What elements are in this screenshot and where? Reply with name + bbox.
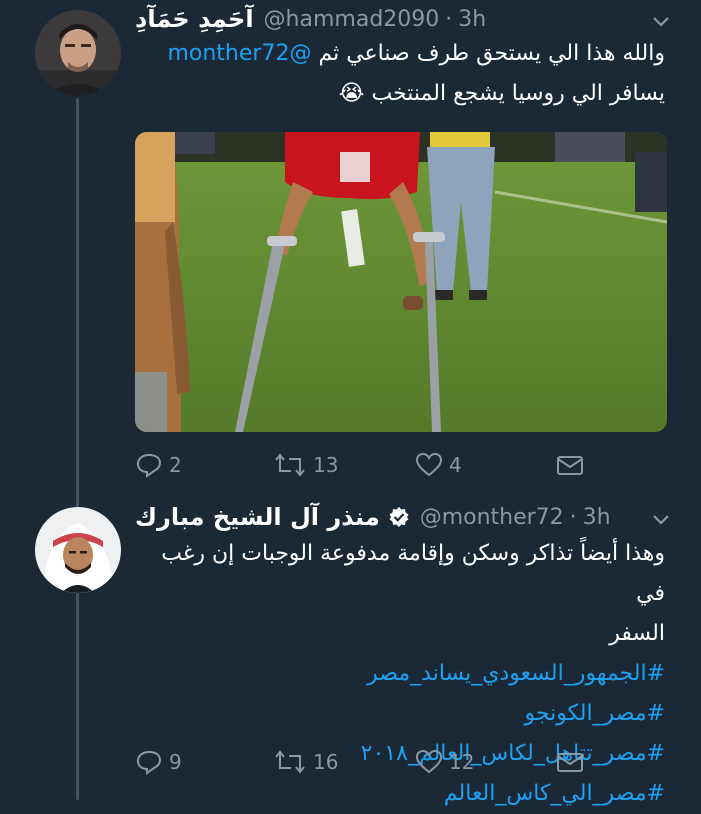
retweet-icon — [275, 453, 305, 477]
retweet-button[interactable]: 16 — [273, 745, 338, 779]
direct-message-button[interactable] — [555, 745, 591, 779]
thread-connector-line — [76, 98, 79, 800]
avatar-photo-hammad — [35, 10, 121, 96]
tweet-header: منذر آل الشيخ مبارك @monther72 · 3h — [135, 500, 611, 534]
user-handle[interactable]: @monther72 — [420, 505, 564, 530]
reply-icon — [136, 453, 162, 478]
user-handle[interactable]: @hammad2090 — [264, 7, 440, 32]
hashtag-link[interactable]: #الجمهور_السعودي_يساند_مصر — [135, 654, 665, 694]
heart-icon — [415, 749, 443, 774]
tweet-text-content: والله هذا الي يستحق طرف صناعي ثم — [318, 41, 665, 66]
retweet-button[interactable]: 13 — [273, 448, 338, 482]
retweet-icon — [275, 750, 305, 774]
chevron-down-icon[interactable] — [650, 10, 672, 32]
tweet-text-line-1: والله هذا الي يستحق طرف صناعي ثم @monthe… — [135, 34, 665, 74]
avatar[interactable] — [35, 10, 121, 96]
tweet-actions: 2 13 4 — [135, 448, 590, 482]
reply-count: 2 — [169, 453, 182, 477]
tweet-actions: 9 16 12 — [135, 745, 590, 779]
hashtag-link[interactable]: #مصر_الي_كاس_العالم — [135, 774, 665, 814]
display-name[interactable]: منذر آل الشيخ مبارك — [135, 503, 380, 531]
mention-link[interactable]: @monther72 — [167, 41, 311, 66]
reply-button[interactable]: 2 — [135, 448, 182, 482]
avatar-photo-monther — [35, 507, 121, 593]
tweet-media-image[interactable] — [135, 132, 667, 432]
direct-message-button[interactable] — [555, 448, 591, 482]
tweet-text: والله هذا الي يستحق طرف صناعي ثم @monthe… — [135, 34, 665, 114]
tweet-text-line-2: السفر — [609, 621, 665, 646]
like-button[interactable]: 4 — [415, 448, 462, 482]
tweet-text-line-1: وهذا أيضاً تذاكر وسكن وإقامة مدفوعة الوج… — [161, 541, 665, 606]
avatar[interactable] — [35, 507, 121, 593]
retweet-count: 16 — [313, 750, 339, 774]
like-count: 4 — [449, 453, 462, 477]
reply-icon — [136, 750, 162, 775]
display-name[interactable]: آحَمِدِ حَمَآدِ — [135, 5, 254, 33]
retweet-count: 13 — [313, 453, 339, 477]
tweet-header: آحَمِدِ حَمَآدِ @hammad2090 · 3h — [135, 2, 486, 36]
envelope-icon — [557, 456, 583, 475]
reply-button[interactable]: 9 — [135, 745, 182, 779]
envelope-icon — [557, 753, 583, 772]
timestamp[interactable]: 3h — [458, 7, 486, 32]
tweet-text-line-2: يسافر الي روسيا يشجع المنتخب 😭 — [338, 81, 665, 106]
separator-dot: · — [569, 504, 577, 530]
verified-badge-icon — [389, 507, 409, 527]
like-count: 12 — [449, 750, 475, 774]
timestamp[interactable]: 3h — [583, 505, 611, 530]
reply-count: 9 — [169, 750, 182, 774]
like-button[interactable]: 12 — [415, 745, 474, 779]
heart-icon — [415, 452, 443, 477]
media-photo-player-on-crutches — [135, 132, 667, 432]
separator-dot: · — [445, 6, 453, 32]
chevron-down-icon[interactable] — [650, 508, 672, 530]
hashtag-link[interactable]: #مصر_الكونجو — [135, 694, 665, 734]
